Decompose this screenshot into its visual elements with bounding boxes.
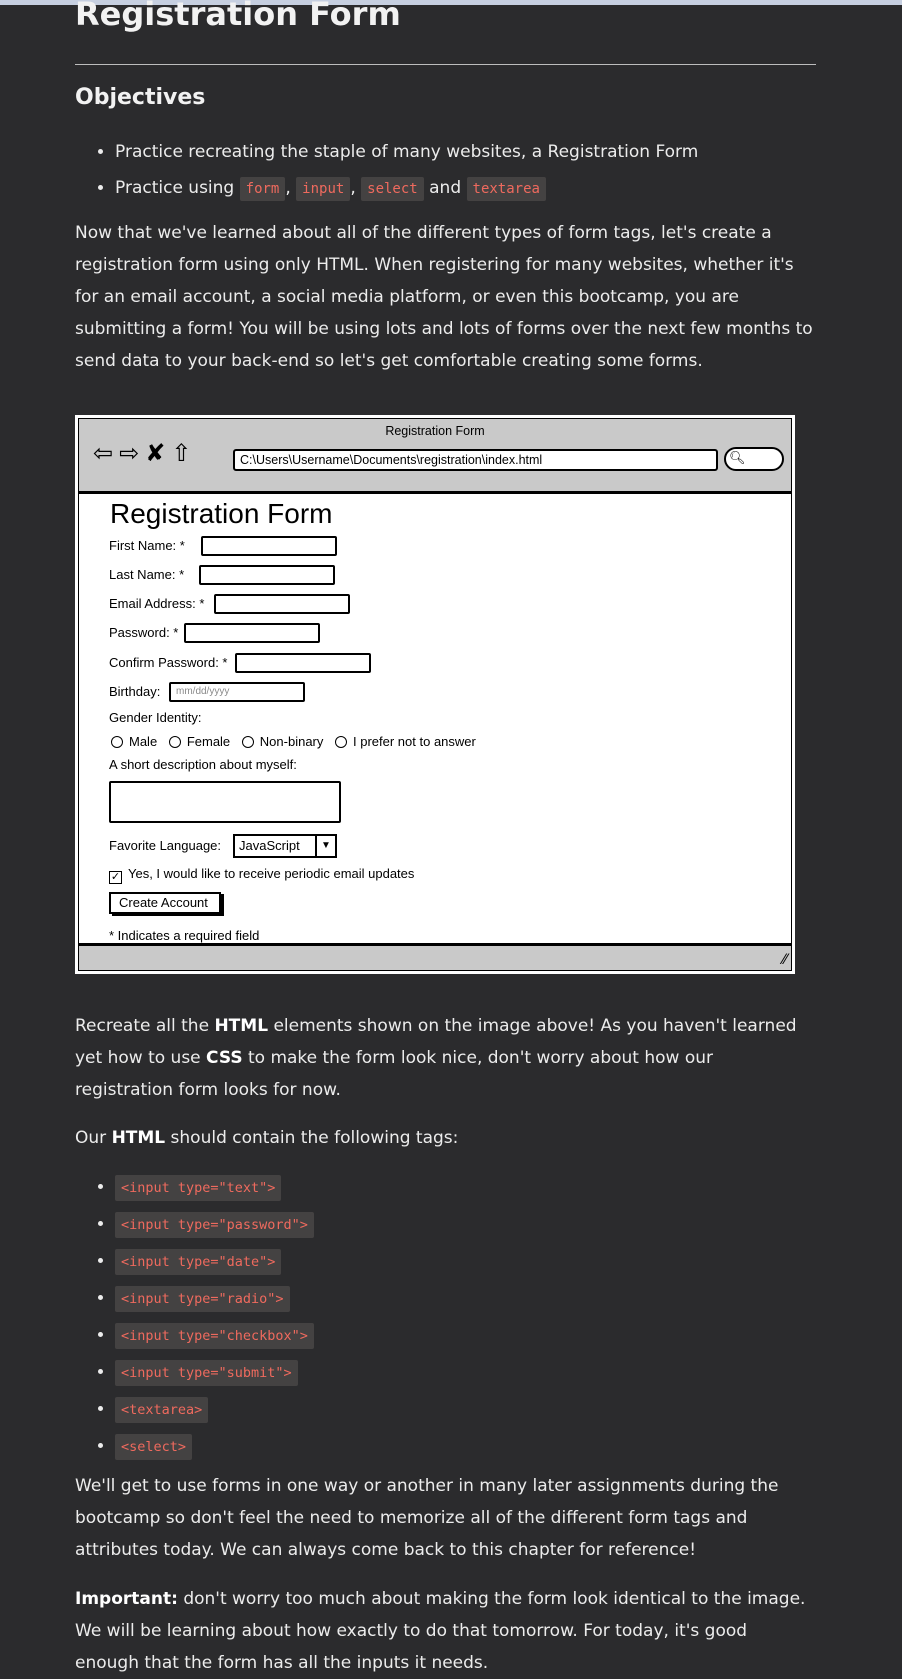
first-name-label: First Name: * [109,538,185,553]
create-account-button: Create Account [109,892,221,914]
tags-list: <input type="text"> <input type="passwor… [75,1169,314,1465]
radio-label: Non-binary [259,734,324,749]
list-item: <textarea> [115,1391,314,1428]
list-item: <input type="submit"> [115,1354,314,1391]
mockup-search-box: 🔍︎ [724,447,784,471]
tags-intro-text-1: Our [75,1128,107,1148]
tag-code: <input type="date"> [115,1249,282,1275]
list-item: <input type="checkbox"> [115,1317,314,1354]
inline-code-form: form [239,177,286,201]
tags-intro-paragraph: Our HTML should contain the following ta… [75,1122,816,1154]
recreate-paragraph: Recreate all the HTML elements shown on … [75,1010,816,1106]
radio-label: Male [129,734,158,749]
css-bold: CSS [206,1048,243,1068]
mockup-nav-icons: ⇦ ⇨ ✘ ⇧ [93,439,197,467]
recreate-text-1: Recreate all the [75,1016,210,1036]
resize-grip-icon: ⁄⁄ [782,952,787,968]
updates-checkbox-row: ✓ Yes, I would like to receive periodic e… [109,863,414,885]
chevron-down-icon: ▼ [315,836,335,856]
later-paragraph: We'll get to use forms in one way or ano… [75,1476,779,1560]
and-text: and [429,178,462,198]
description-label: A short description about myself: [109,757,297,772]
form-mockup-image: Registration Form ⇦ ⇨ ✘ ⇧ C:\Users\Username… [75,415,795,974]
radio-label: Female [186,734,231,749]
radio-male [111,736,123,748]
password-label: Password: * [109,625,179,640]
email-field [214,594,350,614]
confirm-password-field [235,653,371,673]
html-bold: HTML [214,1016,269,1036]
inline-code-input: input [296,177,351,201]
tag-code: <input type="checkbox"> [115,1323,314,1349]
mockup-form-title: Registration Form [110,498,333,529]
tag-code: <textarea> [115,1397,209,1423]
confirm-password-label: Confirm Password: * [109,655,228,670]
close-x-icon: ✘ [145,439,166,467]
mockup-status-bar: ⁄⁄ [79,943,791,970]
list-item: <input type="password"> [115,1206,314,1243]
page-title: Registration Form [75,0,401,33]
gender-radio-group: Male Female Non-binary I prefer not to a… [109,731,476,753]
last-name-field [199,565,335,585]
list-item: Practice recreating the staple of many w… [115,134,698,170]
title-divider [75,64,816,65]
last-name-label: Last Name: * [109,567,185,582]
back-arrow-icon: ⇦ [93,439,114,467]
important-text: don't worry too much about making the fo… [75,1589,806,1673]
mockup-url-bar: C:\Users\Username\Documents\registration… [233,449,718,471]
tag-code: <input type="text"> [115,1175,282,1201]
tag-code: <input type="password"> [115,1212,314,1238]
tag-code: <select> [115,1434,193,1460]
birthday-label: Birthday: [109,684,161,699]
gender-label: Gender Identity: [109,710,202,725]
mockup-window: Registration Form ⇦ ⇨ ✘ ⇧ C:\Users\Username… [78,418,792,971]
objectives-heading: Objectives [75,85,206,110]
inline-code-textarea: textarea [466,177,546,201]
objectives-list: Practice recreating the staple of many w… [75,134,698,207]
radio-label: I prefer not to answer [353,734,476,749]
first-name-field [201,536,337,556]
language-select: JavaScript ▼ [233,834,337,858]
list-item: <input type="text"> [115,1169,314,1206]
list-item: <input type="radio"> [115,1280,314,1317]
radio-prefer-not [335,736,348,748]
birthday-field: mm/dd/yyyy [169,682,305,702]
radio-non-binary [241,736,254,748]
radio-female [168,736,181,748]
objective-text: Practice recreating the staple of many w… [115,142,699,162]
mockup-page: Registration Form First Name: * Last Nam… [79,494,791,944]
intro-paragraph: Now that we've learned about all of the … [75,223,813,371]
updates-label: Yes, I would like to receive periodic em… [128,866,415,881]
html-bold: HTML [111,1128,166,1148]
forward-arrow-icon: ⇨ [119,439,140,467]
description-textarea [109,781,341,823]
mockup-browser-chrome: Registration Form ⇦ ⇨ ✘ ⇧ C:\Users\Username… [79,419,791,494]
search-icon: 🔍︎ [729,451,746,466]
list-item: Practice using form, input, select and t… [115,170,698,207]
password-field [184,623,320,643]
list-item: <input type="date"> [115,1243,314,1280]
updates-checkbox: ✓ [109,871,122,884]
tag-code: <input type="radio"> [115,1286,290,1312]
home-icon: ⇧ [171,439,192,467]
important-label: Important: [75,1589,178,1609]
list-item: <select> [115,1428,314,1465]
language-label: Favorite Language: [109,838,222,853]
language-select-value: JavaScript [239,838,300,853]
objective-text: Practice using [115,178,235,198]
tag-code: <input type="submit"> [115,1360,298,1386]
important-paragraph: Important: don't worry too much about ma… [75,1583,816,1679]
tags-intro-text-2: should contain the following tags: [170,1128,459,1148]
email-label: Email Address: * [109,596,205,611]
inline-code-select: select [361,177,424,201]
mockup-window-title: Registration Form [385,424,485,438]
